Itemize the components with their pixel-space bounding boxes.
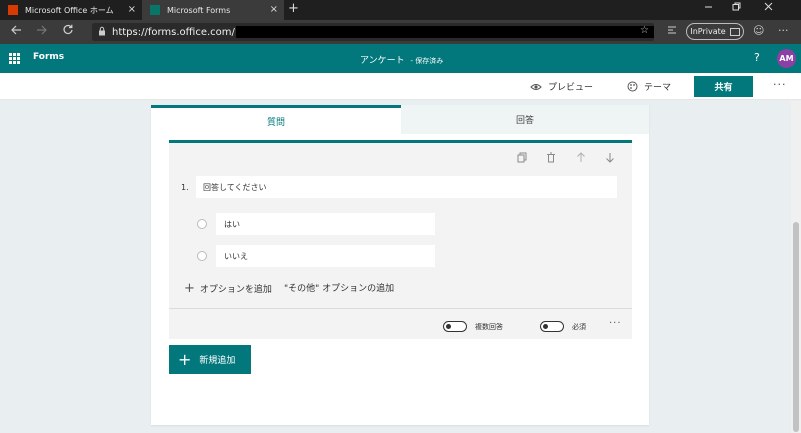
address-field[interactable]: https://forms.office.com/ ☆ xyxy=(92,23,654,41)
add-other-option-button[interactable]: "その他" オプションの追加 xyxy=(284,281,394,294)
radio-icon xyxy=(197,219,207,229)
theme-label: テーマ xyxy=(644,83,672,93)
document-title: アンケート - 保存済み xyxy=(360,53,443,66)
inprivate-badge[interactable]: InPrivate xyxy=(686,23,744,40)
close-tab-icon[interactable]: × xyxy=(270,4,278,15)
option-input[interactable]: いいえ xyxy=(216,245,435,267)
browser-tab-forms[interactable]: Microsoft Forms × xyxy=(142,0,284,20)
inprivate-icon xyxy=(729,27,740,36)
forward-icon[interactable] xyxy=(36,24,48,39)
share-button[interactable]: 共有 xyxy=(694,76,753,97)
palette-icon xyxy=(627,81,638,92)
app-launcher-icon[interactable] xyxy=(9,53,20,64)
eye-icon xyxy=(530,83,542,90)
back-icon[interactable] xyxy=(10,24,22,39)
close-window-icon[interactable] xyxy=(764,2,773,14)
question-title-input[interactable]: 回答してください xyxy=(196,176,617,198)
divider xyxy=(169,308,632,309)
minimize-icon[interactable] xyxy=(704,2,713,14)
browser-tab-title: Microsoft Forms xyxy=(167,5,231,15)
lock-icon xyxy=(98,26,106,39)
close-tab-icon[interactable]: × xyxy=(128,4,136,15)
restore-icon[interactable] xyxy=(732,2,741,14)
question-number: 1. xyxy=(181,183,189,192)
feedback-smiley-icon[interactable]: ☺ xyxy=(753,24,764,37)
forms-app-bar: Forms アンケート - 保存済み ? AM xyxy=(0,44,801,73)
radio-icon xyxy=(197,251,207,261)
forms-icon xyxy=(150,5,160,15)
inprivate-label: InPrivate xyxy=(690,27,726,36)
option-input[interactable]: はい xyxy=(216,213,435,235)
required-toggle[interactable] xyxy=(540,321,564,332)
preview-label: プレビュー xyxy=(548,83,594,93)
add-option-button[interactable]: + オプションを追加 xyxy=(184,281,272,296)
required-label: 必須 xyxy=(572,323,586,331)
scrollbar-thumb[interactable] xyxy=(793,222,799,432)
form-tabs: 質問 回答 xyxy=(151,105,649,134)
form-canvas: 質問 回答 1. 回答してください はい いいえ + オプションを追加 "その他… xyxy=(151,105,649,425)
tab-questions[interactable]: 質問 xyxy=(151,105,401,134)
browser-menu-icon[interactable]: ··· xyxy=(778,24,789,37)
new-tab-icon[interactable]: + xyxy=(288,1,299,16)
redacted-url-part xyxy=(235,26,654,38)
copy-icon[interactable] xyxy=(517,152,527,166)
delete-icon[interactable] xyxy=(546,152,556,166)
refresh-icon[interactable] xyxy=(62,24,74,39)
add-option-label: オプションを追加 xyxy=(199,285,272,295)
multiple-answers-label: 複数回答 xyxy=(475,323,503,331)
add-new-label: 新規追加 xyxy=(199,356,236,366)
browser-tabstrip: Microsoft Office ホーム × Microsoft Forms ×… xyxy=(0,0,801,20)
theme-button[interactable]: テーマ xyxy=(627,80,671,93)
browser-toolbar: https://forms.office.com/ ☆ InPrivate ☺ … xyxy=(0,20,801,44)
browser-tab-office[interactable]: Microsoft Office ホーム × xyxy=(0,0,142,20)
plus-icon: + xyxy=(178,350,192,369)
favorite-star-icon[interactable]: ☆ xyxy=(640,25,649,36)
browser-tab-title: Microsoft Office ホーム xyxy=(25,5,114,15)
collections-icon[interactable] xyxy=(666,24,678,39)
option-row: はい xyxy=(197,213,435,235)
preview-button[interactable]: プレビュー xyxy=(530,80,593,93)
office-icon xyxy=(8,5,18,15)
multiple-answers-toggle[interactable] xyxy=(443,321,467,332)
save-status: - 保存済み xyxy=(410,57,444,65)
move-down-icon[interactable] xyxy=(605,152,615,166)
question-card[interactable]: 1. 回答してください はい いいえ + オプションを追加 "その他" オプショ… xyxy=(169,140,632,339)
address-text: https://forms.office.com/ xyxy=(112,26,235,38)
avatar[interactable]: AM xyxy=(777,49,796,68)
question-more-icon[interactable]: ··· xyxy=(609,318,622,329)
move-up-icon[interactable] xyxy=(576,152,586,166)
add-new-button[interactable]: + 新規追加 xyxy=(169,345,251,374)
more-options-icon[interactable]: ··· xyxy=(773,78,787,91)
option-row: いいえ xyxy=(197,245,435,267)
form-title: アンケート xyxy=(360,56,405,66)
plus-icon: + xyxy=(184,281,195,296)
command-bar: プレビュー テーマ 共有 ··· xyxy=(0,73,801,100)
tab-responses[interactable]: 回答 xyxy=(401,105,649,134)
help-icon[interactable]: ? xyxy=(754,51,760,64)
app-name[interactable]: Forms xyxy=(33,52,64,62)
